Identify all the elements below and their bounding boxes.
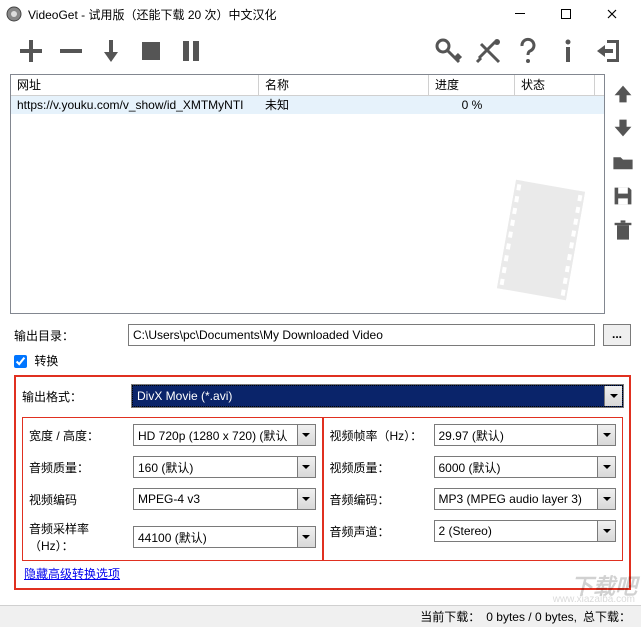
hide-advanced-link[interactable]: 隐藏高级转换选项: [22, 565, 120, 582]
col-name[interactable]: 名称: [259, 75, 429, 95]
output-label: 输出目录：: [14, 327, 120, 344]
ch-select[interactable]: 2 (Stereo): [434, 520, 617, 542]
wh-label: 宽度 / 高度：: [29, 427, 133, 444]
table-header: 网址 名称 进度 状态: [11, 75, 604, 96]
chevron-down-icon[interactable]: [597, 521, 615, 541]
save-icon[interactable]: [611, 184, 635, 208]
fps-label: 视频帧率（Hz）：: [330, 427, 434, 444]
remove-button[interactable]: [54, 34, 88, 68]
side-column: [611, 82, 635, 242]
chevron-down-icon[interactable]: [597, 457, 615, 477]
col-progress[interactable]: 进度: [429, 75, 515, 95]
chevron-down-icon[interactable]: [297, 457, 315, 477]
close-button[interactable]: [589, 0, 635, 28]
status-bytes: 0 bytes / 0 bytes,: [486, 610, 577, 624]
cell-state: [515, 96, 595, 114]
download-table: 网址 名称 进度 状态 https://v.youku.com/v_show/i…: [10, 74, 605, 314]
convert-checkbox-label[interactable]: 转换: [14, 354, 58, 368]
vq-select[interactable]: 6000 (默认): [434, 456, 617, 478]
help-icon[interactable]: [511, 34, 545, 68]
status-current-label: 当前下载：: [420, 608, 480, 625]
ac-label: 音频编码：: [330, 491, 434, 508]
status-total-label: 总下载：: [583, 608, 631, 625]
vq-label: 视频质量：: [330, 459, 434, 476]
chevron-down-icon[interactable]: [604, 386, 622, 406]
minimize-button[interactable]: [497, 0, 543, 28]
titlebar: VideoGet - 试用版（还能下载 20 次）中文汉化: [0, 0, 641, 28]
statusbar: 当前下载： 0 bytes / 0 bytes, 总下载：: [0, 605, 641, 627]
open-folder-icon[interactable]: [611, 150, 635, 174]
ac-select[interactable]: MP3 (MPEG audio layer 3): [434, 488, 617, 510]
output-path-input[interactable]: [128, 324, 595, 346]
app-icon: [6, 6, 22, 22]
asr-select[interactable]: 44100 (默认): [133, 526, 316, 548]
format-label: 输出格式：: [22, 388, 132, 405]
output-row: 输出目录： ...: [0, 320, 641, 350]
wh-select[interactable]: HD 720p (1280 x 720) (默认: [133, 424, 316, 446]
window-title: VideoGet - 试用版（还能下载 20 次）中文汉化: [28, 6, 497, 23]
toolbar: [0, 28, 641, 74]
col-url[interactable]: 网址: [11, 75, 259, 95]
watermark-sub: www.xiazaiba.com: [553, 594, 635, 605]
settings-left: 宽度 / 高度： HD 720p (1280 x 720) (默认 音频质量： …: [22, 417, 323, 561]
maximize-button[interactable]: [543, 0, 589, 28]
move-up-icon[interactable]: [611, 82, 635, 106]
col-state[interactable]: 状态: [515, 75, 595, 95]
delete-icon[interactable]: [611, 218, 635, 242]
browse-button[interactable]: ...: [603, 324, 631, 346]
exit-icon[interactable]: [591, 34, 625, 68]
key-icon[interactable]: [431, 34, 465, 68]
table-row[interactable]: https://v.youku.com/v_show/id_XMTMyNTI 未…: [11, 96, 604, 114]
info-icon[interactable]: [551, 34, 585, 68]
window-controls: [497, 0, 635, 28]
vc-select[interactable]: MPEG-4 v3: [133, 488, 316, 510]
convert-checkbox[interactable]: [14, 355, 27, 368]
settings-panel: 输出格式： DivX Movie (*.avi) 宽度 / 高度： HD 720…: [14, 375, 631, 590]
download-button[interactable]: [94, 34, 128, 68]
settings-icon[interactable]: [471, 34, 505, 68]
aq-label: 音频质量：: [29, 459, 133, 476]
cell-progress: 0 %: [429, 96, 515, 114]
chevron-down-icon[interactable]: [297, 527, 315, 547]
pause-button[interactable]: [174, 34, 208, 68]
move-down-icon[interactable]: [611, 116, 635, 140]
ch-label: 音频声道：: [330, 523, 434, 540]
chevron-down-icon[interactable]: [597, 425, 615, 445]
aq-select[interactable]: 160 (默认): [133, 456, 316, 478]
chevron-down-icon[interactable]: [597, 489, 615, 509]
format-select[interactable]: DivX Movie (*.avi): [132, 385, 623, 407]
chevron-down-icon[interactable]: [297, 489, 315, 509]
vc-label: 视频编码: [29, 491, 133, 508]
fps-select[interactable]: 29.97 (默认): [434, 424, 617, 446]
asr-label: 音频采样率（Hz）：: [29, 520, 133, 554]
stop-button[interactable]: [134, 34, 168, 68]
add-button[interactable]: [14, 34, 48, 68]
cell-name: 未知: [259, 96, 429, 114]
film-graphic-icon: [486, 175, 596, 305]
convert-row: 转换: [0, 350, 641, 371]
settings-right: 视频帧率（Hz）： 29.97 (默认) 视频质量： 6000 (默认) 音频编…: [323, 417, 624, 561]
cell-url: https://v.youku.com/v_show/id_XMTMyNTI: [11, 96, 259, 114]
chevron-down-icon[interactable]: [297, 425, 315, 445]
